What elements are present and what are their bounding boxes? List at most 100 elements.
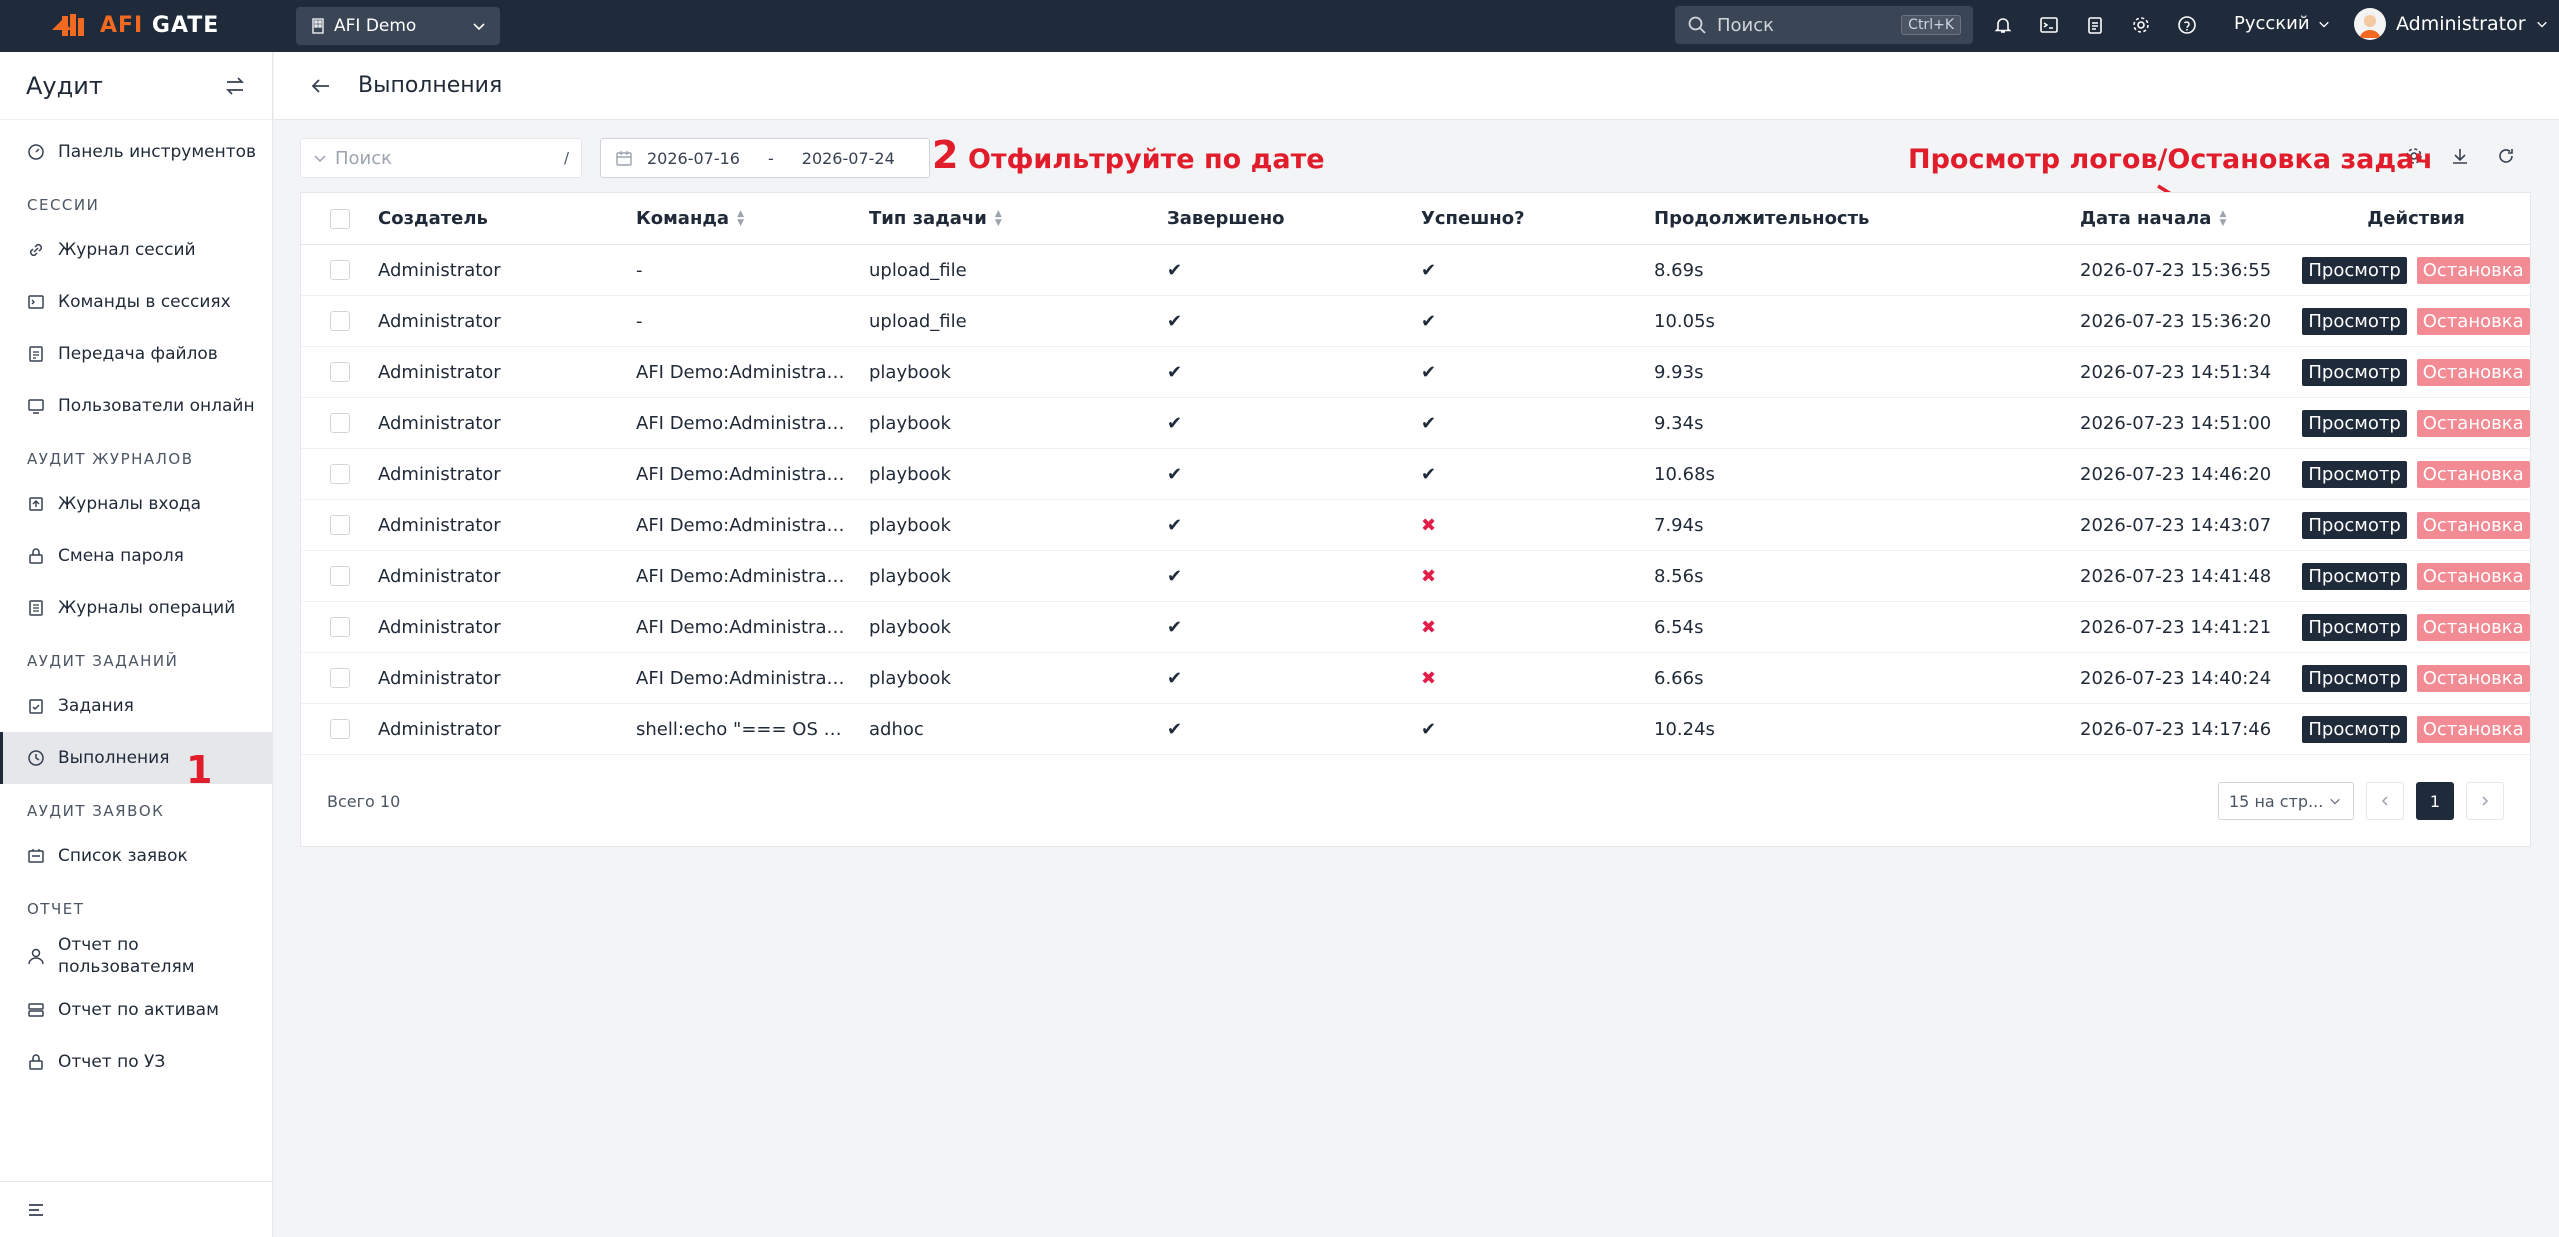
sidebar-item-tasks[interactable]: Задания: [0, 680, 272, 732]
chevron-right-icon: [2482, 796, 2489, 806]
sidebar-item-operation-logs[interactable]: Журналы операций: [0, 582, 272, 634]
bell-icon[interactable]: [1990, 12, 2016, 38]
back-arrow-icon[interactable]: [310, 75, 332, 97]
user-menu[interactable]: Administrator: [2354, 8, 2548, 40]
sidebar-item-login-logs[interactable]: Журналы входа: [0, 478, 272, 530]
table-row[interactable]: Administrator AFI Demo:Administrato... pla…: [301, 449, 2530, 500]
refresh-icon[interactable]: [2496, 146, 2516, 171]
view-button[interactable]: Просмотр: [2302, 409, 2407, 437]
sidebar-section-task-audit: АУДИТ ЗАДАНИЙ: [27, 652, 179, 670]
cell-start-date: 2026-07-23 14:41:48: [2080, 565, 2272, 587]
table-search-input[interactable]: Поиск /: [300, 138, 582, 178]
terminal-icon[interactable]: [2036, 12, 2062, 38]
view-button[interactable]: Просмотр: [2302, 511, 2407, 539]
cell-success: ✖: [1421, 566, 1654, 587]
col-command[interactable]: Команда ▲ ▼: [636, 208, 869, 229]
page-number-button[interactable]: 1: [2416, 782, 2454, 820]
search-shortcut: Ctrl+K: [1901, 15, 1961, 35]
sidebar-item-file-transfer[interactable]: Передача файлов: [0, 328, 272, 380]
sidebar-item-session-commands[interactable]: Команды в сессиях: [0, 276, 272, 328]
executions-table: Создатель Команда ▲ ▼ Тип задачи ▲ ▼ Завер…: [300, 192, 2531, 847]
clipboard-icon[interactable]: [2082, 12, 2108, 38]
page-size-select[interactable]: 15 на стр...: [2218, 782, 2354, 820]
stop-button[interactable]: Остановка: [2416, 409, 2530, 437]
gear-icon[interactable]: [2128, 12, 2154, 38]
dashboard-icon: [26, 142, 46, 162]
download-icon[interactable]: [2450, 146, 2470, 171]
sidebar-item-dashboard[interactable]: Панель инструментов: [0, 126, 272, 178]
check-icon: ✔: [1167, 361, 1183, 383]
sidebar-item-label: Журнал сессий: [58, 240, 196, 260]
app-logo[interactable]: AFI GATE: [48, 10, 219, 40]
row-checkbox[interactable]: [329, 719, 350, 739]
help-icon[interactable]: [2174, 12, 2200, 38]
stop-button[interactable]: Остановка: [2416, 256, 2530, 284]
view-button[interactable]: Просмотр: [2302, 358, 2407, 386]
sidebar-item-ticket-list[interactable]: Список заявок: [0, 830, 272, 882]
row-checkbox[interactable]: [329, 668, 350, 688]
table-row[interactable]: Administrator AFI Demo:Administrato... pla…: [301, 551, 2530, 602]
stop-button[interactable]: Остановка: [2416, 664, 2530, 692]
sidebar-item-session-log[interactable]: Журнал сессий: [0, 224, 272, 276]
global-search[interactable]: Поиск Ctrl+K: [1675, 6, 1973, 44]
login-icon: [26, 494, 46, 514]
organization-select[interactable]: AFI Demo: [296, 7, 500, 45]
view-button[interactable]: Просмотр: [2302, 613, 2407, 641]
col-task-type[interactable]: Тип задачи ▲ ▼: [869, 208, 1167, 229]
table-row[interactable]: Administrator AFI Demo:Administrato... pla…: [301, 602, 2530, 653]
cell-command: AFI Demo:Administrato...: [636, 361, 846, 383]
collapse-menu-icon[interactable]: [26, 1200, 46, 1220]
stop-button[interactable]: Остановка: [2416, 460, 2530, 488]
select-all-checkbox[interactable]: [329, 208, 350, 229]
view-button[interactable]: Просмотр: [2302, 460, 2407, 488]
date-range-picker[interactable]: 2026-07-16 - 2026-07-24: [600, 138, 930, 178]
table-row[interactable]: Administrator AFI Demo:Administrato... pla…: [301, 653, 2530, 704]
sidebar-item-label: Задания: [58, 696, 134, 716]
row-checkbox[interactable]: [329, 617, 350, 637]
date-from[interactable]: 2026-07-16: [647, 149, 740, 168]
cell-start-date: 2026-07-23 14:46:20: [2080, 463, 2272, 485]
table-row[interactable]: Administrator AFI Demo:Administrato... pla…: [301, 347, 2530, 398]
table-row[interactable]: Administrator AFI Demo:Administrato... pla…: [301, 500, 2530, 551]
sidebar-item-asset-report[interactable]: Отчет по активам: [0, 984, 272, 1036]
view-button[interactable]: Просмотр: [2302, 715, 2407, 743]
col-start-date[interactable]: Дата начала ▲ ▼: [2080, 208, 2300, 229]
stop-button[interactable]: Остановка: [2416, 358, 2530, 386]
table-row[interactable]: Administrator - upload_file ✔ ✔ 8.69s 2026-07-…: [301, 245, 2530, 296]
row-checkbox[interactable]: [329, 311, 350, 331]
view-button[interactable]: Просмотр: [2302, 562, 2407, 590]
stop-button[interactable]: Остановка: [2416, 562, 2530, 590]
sidebar-item-account-report[interactable]: Отчет по УЗ: [0, 1036, 272, 1088]
table-row[interactable]: Administrator AFI Demo:Administrato... pla…: [301, 398, 2530, 449]
next-page-button[interactable]: [2466, 782, 2504, 820]
sidebar-section-ticket-audit: АУДИТ ЗАЯВОК: [27, 802, 165, 820]
row-checkbox[interactable]: [329, 515, 350, 535]
sidebar-item-label: Панель инструментов: [58, 142, 257, 162]
cross-icon: ✖: [1421, 616, 1437, 638]
view-button[interactable]: Просмотр: [2302, 256, 2407, 284]
swap-icon[interactable]: [224, 75, 246, 97]
language-select[interactable]: Русский: [2234, 13, 2330, 34]
table-row[interactable]: Administrator - upload_file ✔ ✔ 10.05s 2026-07…: [301, 296, 2530, 347]
cell-finished: ✔: [1167, 668, 1421, 689]
prev-page-button[interactable]: [2366, 782, 2404, 820]
sidebar-item-password-change[interactable]: Смена пароля: [0, 530, 272, 582]
sidebar-item-users-online[interactable]: Пользователи онлайн: [0, 380, 272, 432]
table-row[interactable]: Administrator shell:echo "=== OS / Ker...…: [301, 704, 2530, 755]
row-checkbox[interactable]: [329, 413, 350, 433]
date-to[interactable]: 2026-07-24: [802, 149, 895, 168]
cell-finished: ✔: [1167, 464, 1421, 485]
sidebar-item-executions[interactable]: Выполнения: [0, 732, 272, 784]
stop-button[interactable]: Остановка: [2416, 511, 2530, 539]
cross-icon: ✖: [1421, 514, 1437, 536]
view-button[interactable]: Просмотр: [2302, 664, 2407, 692]
stop-button[interactable]: Остановка: [2416, 715, 2530, 743]
row-checkbox[interactable]: [329, 362, 350, 382]
stop-button[interactable]: Остановка: [2416, 613, 2530, 641]
row-checkbox[interactable]: [329, 464, 350, 484]
sidebar-item-user-report[interactable]: Отчет по пользователям: [0, 928, 272, 984]
stop-button[interactable]: Остановка: [2416, 307, 2530, 335]
view-button[interactable]: Просмотр: [2302, 307, 2407, 335]
row-checkbox[interactable]: [329, 260, 350, 280]
row-checkbox[interactable]: [329, 566, 350, 586]
